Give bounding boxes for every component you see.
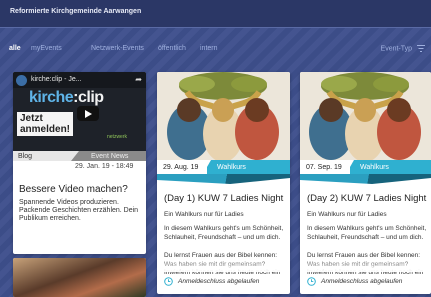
tab-oeffentlich[interactable]: öffentlich [158, 45, 186, 52]
three-women-illustration [300, 72, 431, 160]
card-image [13, 258, 146, 297]
share-icon[interactable]: ➦ [135, 75, 142, 84]
event-date: 29. Aug. 19 [157, 160, 207, 174]
channel-avatar [16, 75, 27, 86]
video-logo: kirche:clip [29, 89, 104, 107]
logo-accent: :clip [73, 89, 104, 106]
event-subtitle: Ein Wahlkurs nur für Ladies [164, 211, 244, 218]
video-thumbnail[interactable]: kirche:clip - Je... ➦ kirche:clip Jetzt … [13, 72, 146, 151]
post-datetime: 29. Jan. 19 - 18:49 [75, 163, 134, 170]
event-description-1: In diesem Wahlkurs geht's um Schönheit, … [307, 225, 427, 241]
image-card[interactable] [13, 258, 146, 297]
event-card-day1[interactable]: 29. Aug. 19 Wahlkurs (Day 1) KUW 7 Ladie… [157, 72, 290, 294]
tab-netzwerk-events[interactable]: Netzwerk-Events [91, 45, 144, 52]
filter-nav: alle myEvents Netzwerk-Events öffentlich… [0, 28, 431, 70]
tab-myevents[interactable]: myEvents [31, 45, 62, 52]
tab-alle[interactable]: alle [9, 45, 21, 52]
top-bar: Reformierte Kirchgemeinde Aarwangen [0, 0, 431, 28]
decorative-shade [157, 174, 290, 184]
card-body: Spannende Videos produzieren. Packende G… [19, 199, 139, 222]
card-meta: Blog Event News 29. Jan. 19 - 18:49 [13, 151, 146, 170]
filter-icon [417, 45, 425, 52]
event-card-day2[interactable]: 07. Sep. 19 Wahlkurs (Day 2) KUW 7 Ladie… [300, 72, 431, 294]
event-image [300, 72, 431, 160]
registration-status-text: Anmeldeschluss abgelaufen [178, 278, 260, 286]
type-label: Event News [71, 151, 146, 161]
slogan-line-2: anmelden! [20, 124, 71, 135]
event-type: Wahlkurs [346, 160, 431, 174]
event-title: (Day 2) KUW 7 Ladies Night [307, 193, 427, 204]
blog-card[interactable]: kirche:clip - Je... ➦ kirche:clip Jetzt … [13, 72, 146, 254]
event-image [157, 72, 290, 160]
tab-intern[interactable]: intern [200, 45, 218, 52]
card-heading: Bessere Video machen? [19, 184, 128, 195]
slogan-line-1: Jetzt [20, 113, 43, 124]
video-title: kirche:clip - Je... [31, 76, 82, 83]
decorative-shade [300, 174, 431, 184]
event-subtitle: Ein Wahlkurs nur für Ladies [307, 211, 387, 218]
registration-status: Anmeldeschluss abgelaufen [164, 277, 259, 286]
event-description-1: In diesem Wahlkurs geht's um Schönheit, … [164, 225, 284, 241]
play-icon[interactable] [77, 106, 99, 121]
video-slogan: Jetzt anmelden! [17, 112, 74, 136]
date-band: 29. Aug. 19 Wahlkurs [157, 160, 290, 174]
registration-status: Anmeldeschluss abgelaufen [307, 277, 402, 286]
category-label: Blog [13, 151, 79, 161]
event-type-filter[interactable]: Event-Typ [381, 45, 425, 52]
event-type: Wahlkurs [203, 160, 290, 174]
registration-status-text: Anmeldeschluss abgelaufen [321, 278, 403, 286]
event-date: 07. Sep. 19 [300, 160, 350, 174]
logo-main: kirche [29, 89, 74, 106]
date-band: 07. Sep. 19 Wahlkurs [300, 160, 431, 174]
event-title: (Day 1) KUW 7 Ladies Night [164, 193, 284, 204]
clock-icon [307, 277, 316, 286]
clock-icon [164, 277, 173, 286]
text-fade [157, 258, 290, 272]
three-women-illustration [157, 72, 290, 160]
network-label: netzwerk [107, 134, 128, 140]
event-type-label: Event-Typ [380, 45, 413, 53]
page-title: Reformierte Kirchgemeinde Aarwangen [10, 8, 142, 15]
text-fade [300, 258, 431, 272]
